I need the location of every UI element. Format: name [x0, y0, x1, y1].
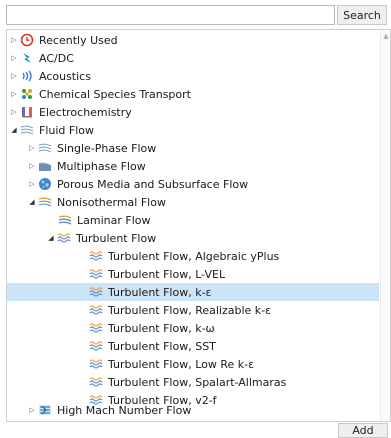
tree-item-label: High Mach Number Flow [57, 403, 192, 417]
porous-media-icon [37, 176, 53, 192]
tree-item-label: Turbulent Flow, k-ω [108, 321, 215, 335]
tree-item-label: Acoustics [39, 69, 91, 83]
turbulent-flow-icon [88, 248, 104, 264]
tree-item-label: Porous Media and Subsurface Flow [57, 177, 249, 191]
tree-item-chemical-species-transport[interactable]: ▷ Chemical Species Transport [7, 85, 379, 103]
tree-item-label: Chemical Species Transport [39, 87, 191, 101]
tree-item-label: Turbulent Flow, Realizable k-ε [108, 303, 272, 317]
tree-item-turbulent-flow[interactable]: ◢ Turbulent Flow [7, 229, 379, 247]
tree-item-label: Turbulent Flow, Spalart-Allmaras [108, 375, 287, 389]
tree-item-label: Turbulent Flow, k-ε [108, 285, 212, 299]
tree-item-fluid-flow[interactable]: ◢ Fluid Flow [7, 121, 379, 139]
turbulent-flow-icon [88, 266, 104, 282]
collapse-arrow-icon[interactable]: ◢ [9, 121, 19, 139]
tree-item-turbulent-k-epsilon[interactable]: Turbulent Flow, k-ε [7, 283, 379, 301]
lightning-icon [19, 50, 35, 66]
tree-item-turbulent-algebraic-yplus[interactable]: Turbulent Flow, Algebraic yPlus [7, 247, 379, 265]
expand-arrow-icon[interactable]: ▷ [9, 49, 19, 67]
clock-icon [19, 32, 35, 48]
tree-item-label: Turbulent Flow, Algebraic yPlus [108, 249, 280, 263]
tree-item-multiphase-flow[interactable]: ▷ Multiphase Flow [7, 157, 379, 175]
search-input[interactable] [6, 5, 335, 25]
tree-item-label: Nonisothermal Flow [57, 195, 166, 209]
tree-item-acdc[interactable]: ▷ AC/DC [7, 49, 379, 67]
expand-arrow-icon[interactable]: ▷ [27, 175, 37, 193]
flow-icon [37, 140, 53, 156]
expand-arrow-icon[interactable]: ▷ [27, 157, 37, 175]
nonisothermal-flow-icon [37, 194, 53, 210]
tree-item-label: Fluid Flow [39, 123, 94, 137]
turbulent-flow-icon [56, 230, 72, 246]
tree-item-porous-media[interactable]: ▷ Porous Media and Subsurface Flow [7, 175, 379, 193]
tree-item-label: Laminar Flow [77, 213, 151, 227]
electrochemistry-icon [19, 104, 35, 120]
turbulent-flow-icon [88, 338, 104, 354]
collapse-arrow-icon[interactable]: ◢ [27, 193, 37, 211]
tree-item-label: Turbulent Flow, L-VEL [108, 267, 226, 281]
tree-item-turbulent-k-omega[interactable]: Turbulent Flow, k-ω [7, 319, 379, 337]
add-button[interactable]: Add [338, 423, 388, 438]
tree-item-label: Turbulent Flow, Low Re k-ε [108, 357, 255, 371]
tree-item-high-mach-number-flow[interactable]: ▷ High Mach Number Flow [7, 401, 379, 419]
search-button[interactable]: Search [337, 5, 387, 25]
sound-waves-icon [19, 68, 35, 84]
physics-tree: ▷ Recently Used ▷ AC/DC ▷ Acoustics ▷ Ch… [6, 29, 391, 422]
tree-item-turbulent-realizable-k-epsilon[interactable]: Turbulent Flow, Realizable k-ε [7, 301, 379, 319]
tree-item-single-phase-flow[interactable]: ▷ Single-Phase Flow [7, 139, 379, 157]
tree-item-electrochemistry[interactable]: ▷ Electrochemistry [7, 103, 379, 121]
molecules-icon [19, 86, 35, 102]
tree-item-label: Turbulent Flow, SST [108, 339, 216, 353]
tree-item-label: Single-Phase Flow [57, 141, 157, 155]
turbulent-flow-icon [88, 284, 104, 300]
tree-item-laminar-flow[interactable]: Laminar Flow [7, 211, 379, 229]
tree-item-recently-used[interactable]: ▷ Recently Used [7, 31, 379, 49]
vertical-scrollbar[interactable]: ▲ [380, 30, 390, 421]
tree-item-label: Electrochemistry [39, 105, 132, 119]
expand-arrow-icon[interactable]: ▷ [9, 67, 19, 85]
search-bar: Search [0, 0, 391, 28]
tree-item-label: Recently Used [39, 33, 118, 47]
expand-arrow-icon[interactable]: ▷ [9, 31, 19, 49]
turbulent-flow-icon [88, 374, 104, 390]
expand-arrow-icon[interactable]: ▷ [9, 85, 19, 103]
scroll-up-icon[interactable]: ▲ [382, 32, 390, 40]
tree-item-label: Multiphase Flow [57, 159, 146, 173]
expand-arrow-icon[interactable]: ▷ [9, 103, 19, 121]
tree-item-turbulent-sst[interactable]: Turbulent Flow, SST [7, 337, 379, 355]
high-mach-flow-icon [37, 402, 53, 418]
tree-item-label: Turbulent Flow [76, 231, 157, 245]
expand-arrow-icon[interactable]: ▷ [27, 401, 37, 419]
tree-item-acoustics[interactable]: ▷ Acoustics [7, 67, 379, 85]
tree-item-nonisothermal-flow[interactable]: ◢ Nonisothermal Flow [7, 193, 379, 211]
tree-item-turbulent-lvel[interactable]: Turbulent Flow, L-VEL [7, 265, 379, 283]
expand-arrow-icon[interactable]: ▷ [27, 139, 37, 157]
turbulent-flow-icon [88, 356, 104, 372]
tree-item-turbulent-spalart-allmaras[interactable]: Turbulent Flow, Spalart-Allmaras [7, 373, 379, 391]
turbulent-flow-icon [88, 320, 104, 336]
turbulent-flow-icon [88, 302, 104, 318]
collapse-arrow-icon[interactable]: ◢ [46, 229, 56, 247]
laminar-flow-icon [57, 212, 73, 228]
tree-item-turbulent-low-re-k-epsilon[interactable]: Turbulent Flow, Low Re k-ε [7, 355, 379, 373]
flow-icon [19, 122, 35, 138]
multiphase-icon [37, 158, 53, 174]
tree-item-label: AC/DC [39, 51, 74, 65]
